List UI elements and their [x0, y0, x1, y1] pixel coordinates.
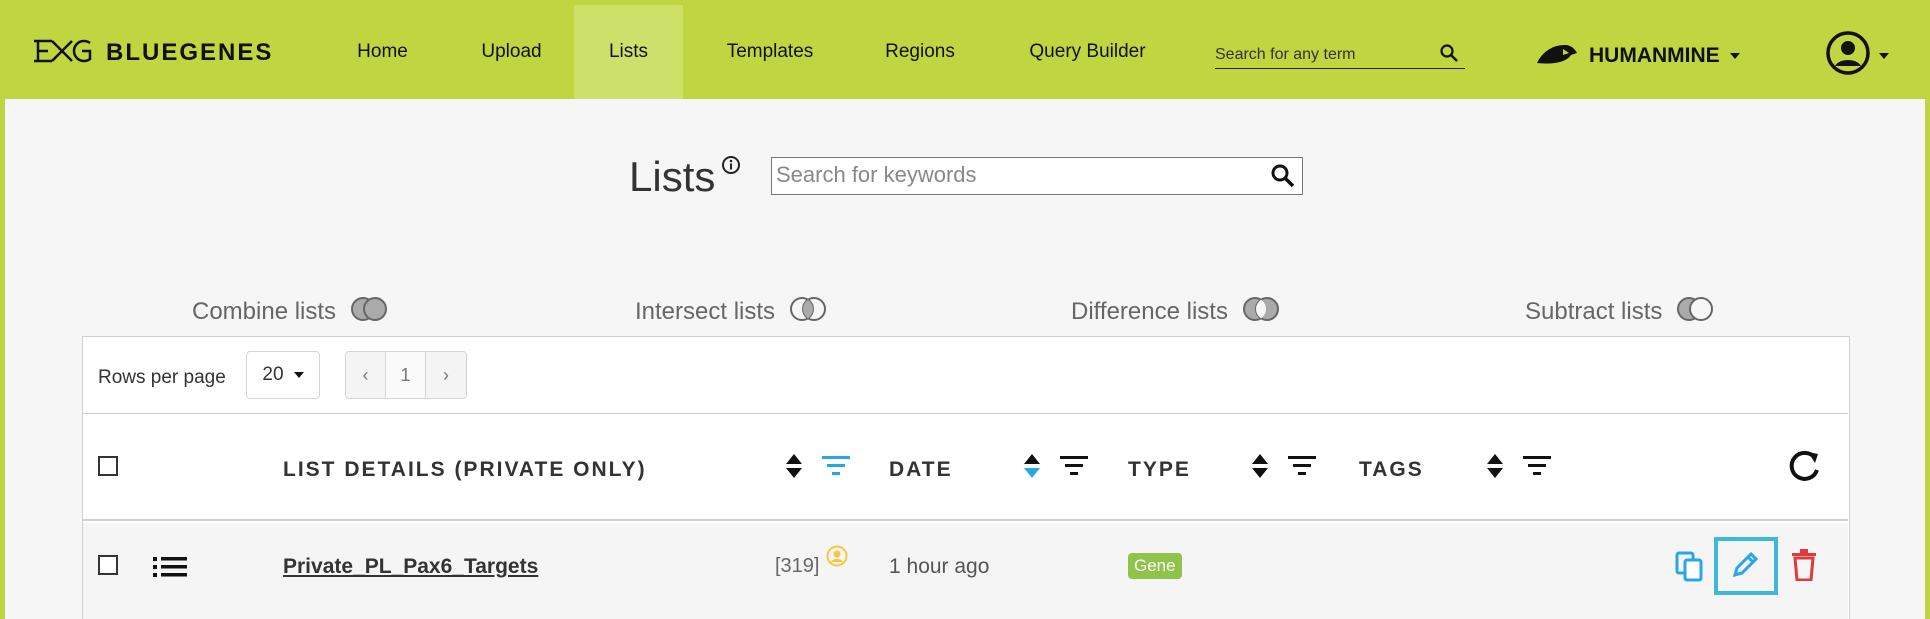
brand-name: BLUEGENES: [106, 39, 274, 66]
venn-icon: [1242, 296, 1280, 329]
delete-icon[interactable]: [1791, 549, 1817, 586]
info-icon[interactable]: [721, 155, 741, 180]
header-date: DATE: [889, 458, 953, 481]
header-type: TYPE: [1128, 458, 1191, 481]
search-icon[interactable]: [1270, 163, 1296, 194]
venn-icon: [1676, 296, 1714, 329]
select-all-checkbox[interactable]: [98, 456, 118, 476]
mine-logo-icon: [1535, 41, 1579, 72]
list-date: 1 hour ago: [889, 555, 990, 578]
rows-per-page-select[interactable]: 20: [246, 351, 320, 399]
nav-templates[interactable]: Templates: [695, 5, 845, 99]
sort-icon[interactable]: [785, 452, 803, 485]
type-badge: Gene: [1128, 553, 1182, 579]
navbar: BLUEGENES Home Upload Lists Templates Re…: [5, 5, 1925, 99]
current-page[interactable]: 1: [386, 352, 426, 398]
chevron-down-icon: [293, 372, 304, 378]
sort-icon[interactable]: [1486, 452, 1504, 485]
edit-button[interactable]: [1714, 537, 1778, 595]
combine-lists-button[interactable]: Combine lists: [192, 294, 388, 330]
intersect-lists-button[interactable]: Intersect lists: [635, 294, 827, 330]
filter-icon[interactable]: [1059, 454, 1089, 481]
edit-icon: [1731, 549, 1761, 584]
search-icon[interactable]: [1439, 43, 1459, 68]
global-search: [1215, 43, 1465, 69]
next-page-button[interactable]: ›: [426, 352, 466, 398]
nav-upload[interactable]: Upload: [445, 5, 578, 99]
list-count: [319]: [775, 555, 820, 577]
combine-lists-label: Combine lists: [192, 298, 337, 325]
list-name-link[interactable]: Private_PL_Pax6_Targets: [283, 555, 538, 579]
list-icon[interactable]: [153, 555, 187, 584]
lists-table-panel: Rows per page 20 ‹ 1 › LIST DETAILS (PRI…: [82, 336, 1850, 619]
logo-icon: [32, 37, 94, 70]
rows-per-page-label: Rows per page: [98, 367, 226, 388]
brand[interactable]: BLUEGENES: [32, 38, 273, 68]
venn-icon: [789, 296, 827, 329]
keyword-search: [771, 157, 1303, 195]
user-menu[interactable]: [1825, 30, 1889, 81]
nav-regions[interactable]: Regions: [860, 5, 980, 99]
chevron-down-icon: [1729, 53, 1740, 59]
table-row: Private_PL_Pax6_Targets [319] 1 hour ago…: [83, 523, 1848, 619]
sort-icon[interactable]: [1251, 452, 1269, 485]
subtract-lists-button[interactable]: Subtract lists: [1525, 294, 1714, 330]
app-window: BLUEGENES Home Upload Lists Templates Re…: [5, 5, 1925, 619]
header-list-details: LIST DETAILS (PRIVATE ONLY): [283, 458, 647, 481]
prev-page-button[interactable]: ‹: [346, 352, 386, 398]
subtract-lists-label: Subtract lists: [1525, 298, 1663, 325]
mine-name: HUMANMINE: [1589, 44, 1720, 67]
chevron-down-icon: [1879, 52, 1889, 59]
refresh-icon[interactable]: [1786, 448, 1822, 489]
keyword-search-input[interactable]: [772, 158, 1252, 192]
rows-per-page-value: 20: [262, 364, 284, 385]
row-checkbox[interactable]: [98, 555, 118, 575]
filter-icon[interactable]: [821, 454, 851, 481]
filter-icon[interactable]: [1287, 454, 1317, 481]
page-title: Lists: [629, 153, 716, 200]
pagination: ‹ 1 ›: [345, 351, 467, 399]
owner-icon: [826, 545, 848, 572]
nav-lists[interactable]: Lists: [574, 5, 683, 99]
nav-home[interactable]: Home: [320, 5, 445, 99]
copy-icon[interactable]: [1675, 551, 1705, 588]
difference-lists-button[interactable]: Difference lists: [1071, 294, 1280, 330]
mine-selector[interactable]: HUMANMINE: [1535, 41, 1740, 71]
table-header: LIST DETAILS (PRIVATE ONLY) DATE TYPE TA…: [83, 413, 1848, 521]
user-icon: [1825, 30, 1871, 81]
global-search-input[interactable]: [1215, 43, 1435, 67]
intersect-lists-label: Intersect lists: [635, 298, 776, 325]
header-tags: TAGS: [1359, 458, 1424, 481]
filter-icon[interactable]: [1522, 454, 1552, 481]
nav-query-builder[interactable]: Query Builder: [1005, 5, 1170, 99]
sort-icon[interactable]: [1023, 452, 1041, 485]
venn-icon: [350, 296, 388, 329]
difference-lists-label: Difference lists: [1071, 298, 1228, 325]
